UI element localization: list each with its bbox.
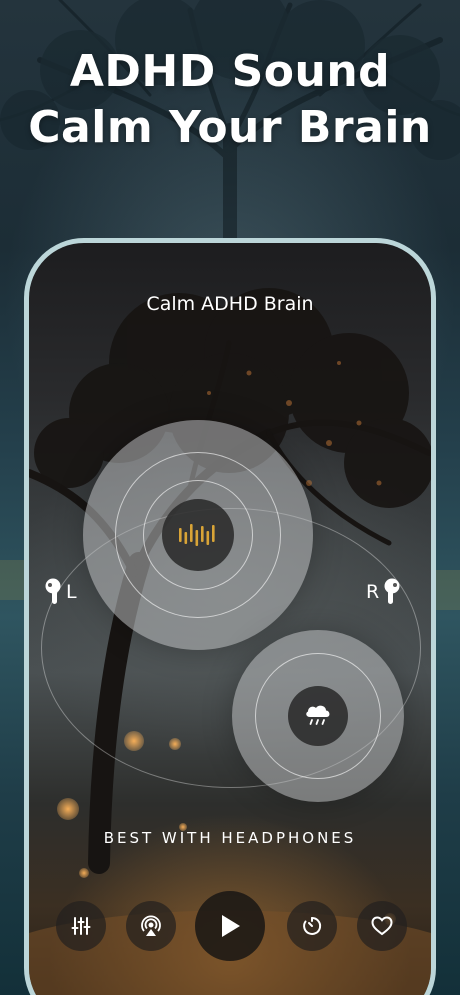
rain-sound-orb[interactable] (232, 630, 404, 802)
earbud-right-icon (384, 578, 400, 604)
right-channel-label: R (366, 581, 380, 603)
right-earbud-indicator: R (366, 578, 401, 606)
rain-orb-core[interactable] (288, 686, 348, 746)
airplay-icon (141, 915, 161, 936)
main-orb-core[interactable] (162, 499, 234, 571)
airplay-button[interactable] (126, 901, 176, 951)
heart-icon (371, 916, 393, 936)
sound-wave-icon (179, 524, 215, 546)
firefly-light (79, 868, 89, 878)
main-sound-orb[interactable] (83, 420, 313, 650)
app-store-screenshot: ADHD Sound Calm Your Brain Calm ADHD Bra… (0, 0, 460, 995)
play-button[interactable] (195, 891, 265, 961)
headline: ADHD Sound Calm Your Brain (0, 44, 460, 156)
playback-controls (29, 886, 431, 966)
mixer-button[interactable] (56, 901, 106, 951)
timer-button[interactable] (287, 901, 337, 951)
headline-line-1: ADHD Sound (69, 46, 391, 97)
left-channel-label: L (66, 581, 77, 603)
firefly-light (57, 798, 79, 820)
headphones-tagline: BEST WITH HEADPHONES (103, 829, 357, 847)
rain-cloud-icon (306, 705, 330, 725)
left-earbud-indicator: L (44, 578, 77, 606)
play-icon (222, 915, 240, 937)
headline-line-2: Calm Your Brain (28, 102, 432, 153)
phone-frame: Calm ADHD Brain L R BEST WITH HEADPHONES (24, 238, 436, 995)
timer-icon (303, 916, 322, 935)
track-title: Calm ADHD Brain (146, 293, 314, 315)
player-screen: Calm ADHD Brain L R BEST WITH HEADPHONES (29, 243, 431, 995)
sliders-icon (71, 917, 91, 935)
earbud-left-icon (45, 578, 61, 604)
favorite-button[interactable] (357, 901, 407, 951)
